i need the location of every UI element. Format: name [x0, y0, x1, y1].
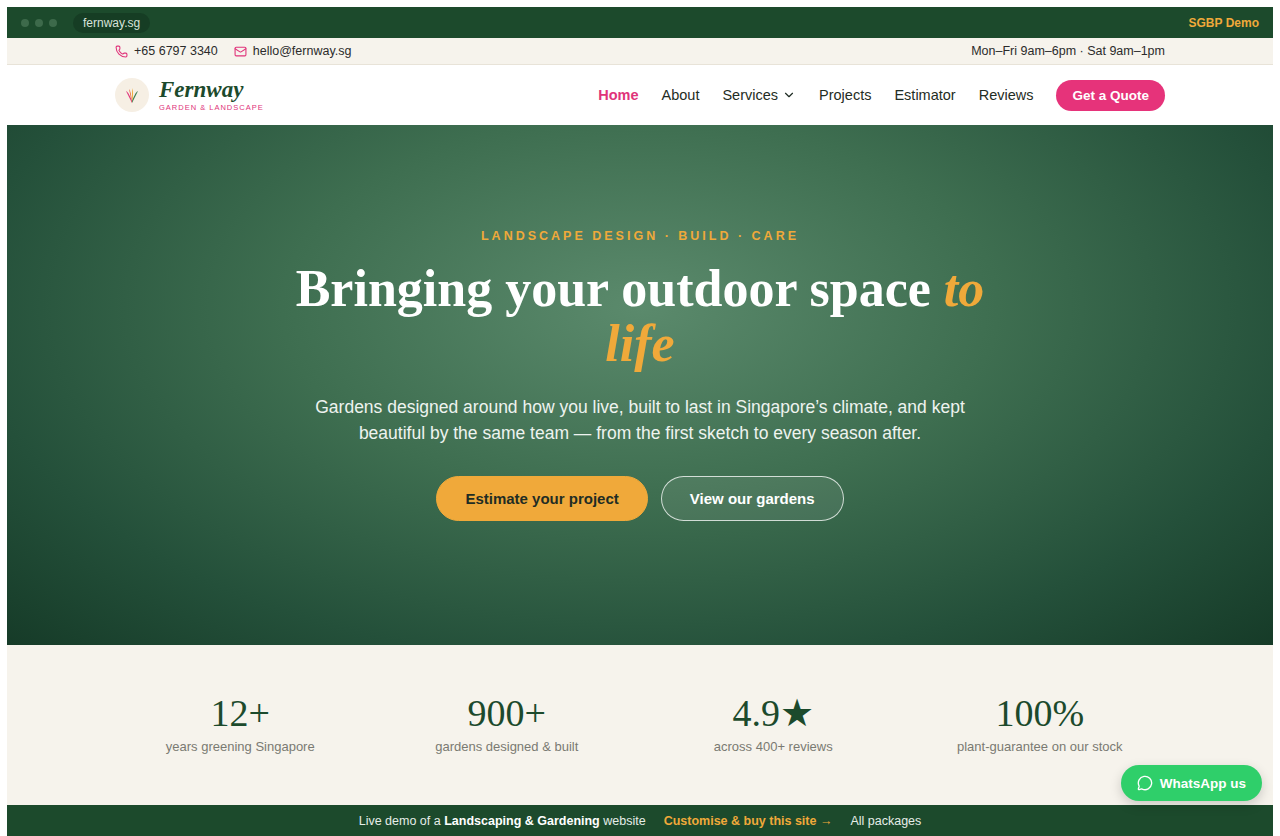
window-dot: [21, 19, 29, 27]
window-dot: [49, 19, 57, 27]
stat-label: years greening Singapore: [166, 739, 315, 754]
brand[interactable]: Fernway GARDEN & LANDSCAPE: [115, 78, 264, 112]
stat-label: across 400+ reviews: [714, 739, 833, 754]
stat-label: gardens designed & built: [435, 739, 578, 754]
phone-icon: [115, 45, 128, 58]
demo-text: Live demo of a Landscaping & Gardening w…: [359, 814, 646, 828]
info-bar: +65 6797 3340 hello@fernway.sg Mon–Fri 9am…: [7, 38, 1273, 65]
buy-link[interactable]: Customise & buy this site →: [664, 814, 833, 828]
hero-button[interactable]: Estimate your project: [436, 476, 647, 521]
hero: LANDSCAPE DESIGN · BUILD · CARE Bringing …: [7, 125, 1273, 645]
stat: 12+ years greening Singapore: [107, 693, 374, 754]
page: fernway.sg SGBP Demo +65 6797 3340 hello@fe…: [0, 0, 1280, 836]
chevron-down-icon: [782, 88, 796, 102]
hero-button[interactable]: View our gardens: [661, 476, 844, 521]
nav-link[interactable]: Home: [598, 87, 638, 103]
stat: 100% plant-guarantee on our stock: [907, 693, 1174, 754]
nav-link[interactable]: About: [662, 87, 700, 103]
stat-value: 4.9★: [733, 693, 815, 735]
stat-value: 100%: [995, 693, 1084, 735]
brand-tagline: GARDEN & LANDSCAPE: [159, 104, 264, 112]
hero-subtitle: Gardens designed around how you live, bu…: [315, 394, 965, 447]
demo-badge: SGBP Demo: [1189, 16, 1259, 30]
email[interactable]: hello@fernway.sg: [234, 44, 352, 58]
nav-link[interactable]: Projects: [819, 87, 871, 103]
stat-value: 12+: [211, 693, 270, 735]
mail-icon: [234, 45, 247, 58]
stat-label: plant-guarantee on our stock: [957, 739, 1123, 754]
packages-link[interactable]: All packages: [850, 814, 921, 828]
browser-bar: fernway.sg SGBP Demo: [7, 7, 1273, 38]
window-dot: [35, 19, 43, 27]
chat-icon: [1137, 775, 1153, 791]
nav-link[interactable]: Estimator: [894, 87, 955, 103]
stat: 900+ gardens designed & built: [374, 693, 641, 754]
hero-title: Bringing your outdoor space to life: [270, 261, 1010, 372]
stat-value: 900+: [468, 693, 546, 735]
stats: 12+ years greening Singapore 900+ gardens d…: [7, 645, 1273, 805]
whatsapp-button[interactable]: WhatsApp us: [1121, 765, 1262, 801]
hero-eyebrow: LANDSCAPE DESIGN · BUILD · CARE: [481, 229, 799, 243]
nav-link[interactable]: Reviews: [979, 87, 1034, 103]
stat: 4.9★ across 400+ reviews: [640, 693, 907, 754]
navbar: Fernway GARDEN & LANDSCAPE Home About Servic…: [7, 65, 1273, 125]
quote-button[interactable]: Get a Quote: [1056, 80, 1165, 111]
demo-bar: Live demo of a Landscaping & Gardening w…: [7, 805, 1273, 836]
nav-link[interactable]: Services: [722, 87, 796, 103]
phone[interactable]: +65 6797 3340: [115, 44, 218, 58]
logo-icon: [122, 85, 142, 105]
logo: [115, 78, 149, 112]
brand-name: Fernway: [159, 78, 264, 101]
opening-hours: Mon–Fri 9am–6pm · Sat 9am–1pm: [971, 44, 1165, 58]
nav-links: Home About Services Projects Estimator Review…: [598, 80, 1165, 111]
url-pill[interactable]: fernway.sg: [73, 13, 150, 33]
